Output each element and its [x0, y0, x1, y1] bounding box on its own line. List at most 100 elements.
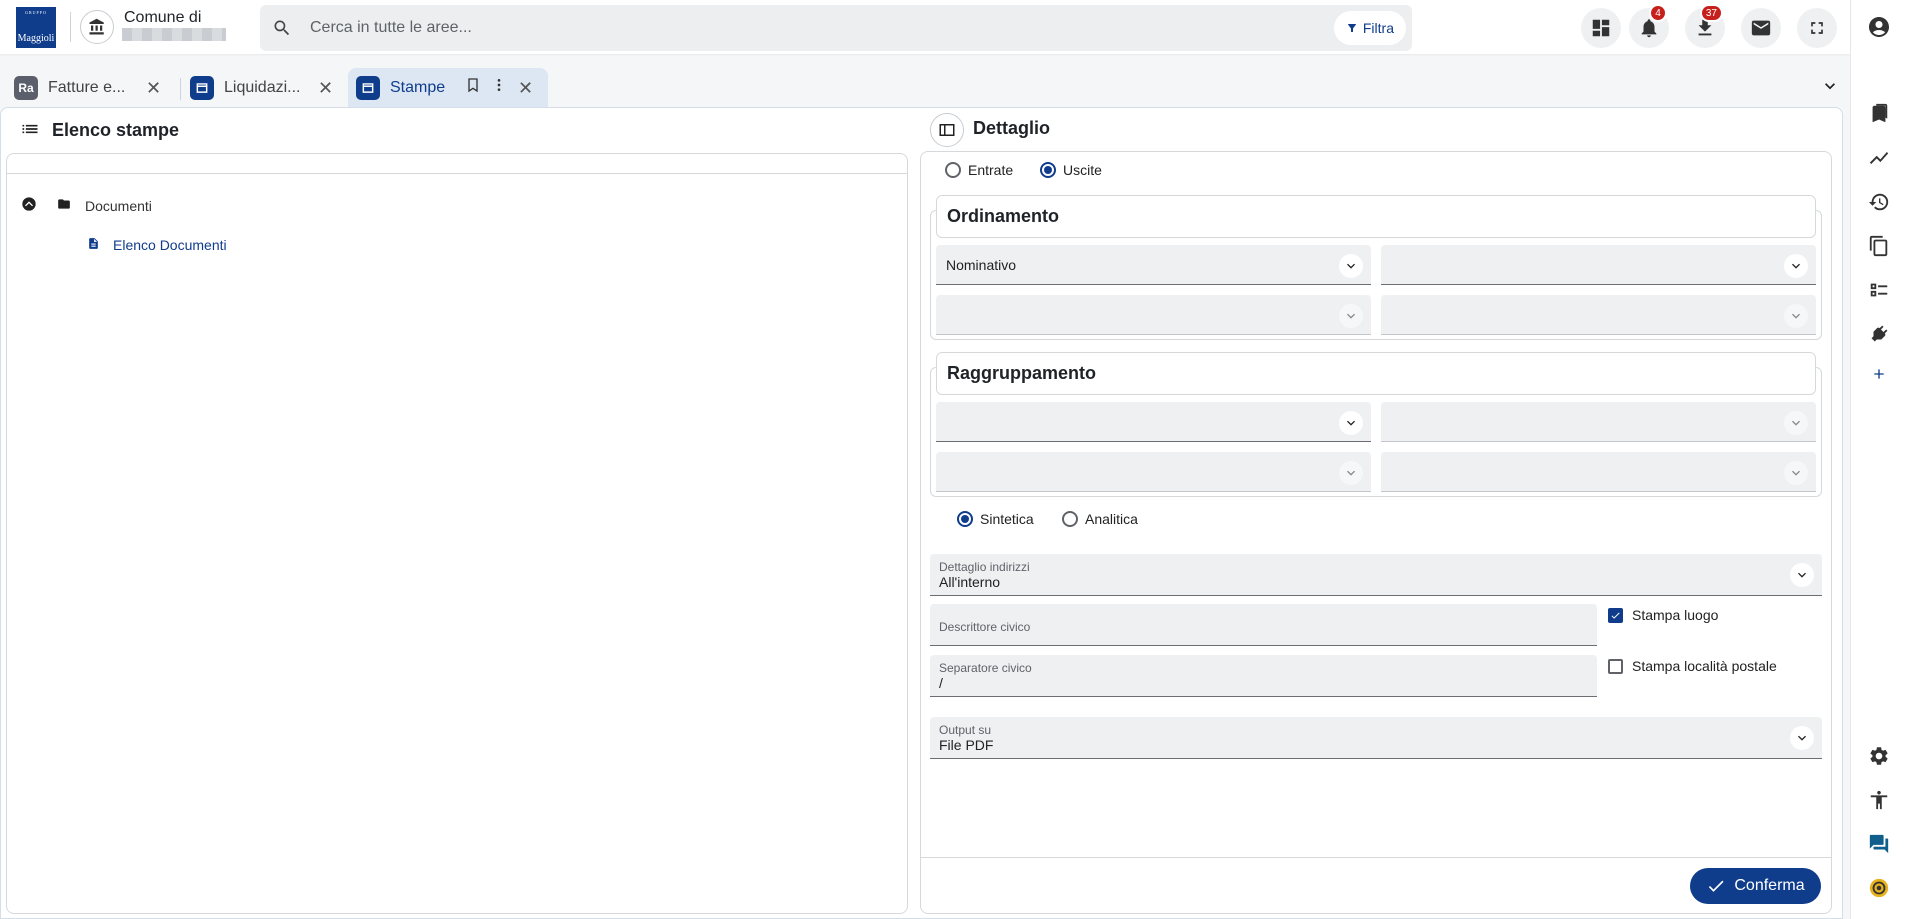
tab-stampe[interactable]: Stampe ✕ — [348, 68, 548, 108]
radio-button[interactable] — [945, 162, 961, 178]
history-icon[interactable] — [1867, 190, 1891, 214]
checkbox-unchecked[interactable] — [1608, 658, 1623, 674]
chevron-down-icon[interactable] — [1818, 74, 1842, 98]
fullscreen-button[interactable] — [1797, 8, 1837, 48]
filter-label: Filtra — [1362, 20, 1394, 36]
radio-button[interactable] — [1062, 511, 1078, 527]
document-icon — [87, 237, 100, 253]
ordinamento-select-1[interactable]: Nominativo — [936, 245, 1371, 285]
settings-icon[interactable] — [1867, 744, 1891, 768]
raggruppamento-select-1[interactable] — [936, 402, 1371, 442]
list-icon — [20, 119, 40, 142]
messages-button[interactable] — [1741, 8, 1781, 48]
checklist-icon[interactable] — [1867, 278, 1891, 302]
bookmark-icon[interactable] — [465, 77, 481, 96]
chevron-down-icon[interactable] — [1790, 563, 1814, 587]
tab-liquidazioni[interactable]: Liquidazi... ✕ — [182, 68, 346, 108]
toggle-panel-button[interactable] — [930, 113, 964, 147]
raggruppamento-select-2[interactable] — [1381, 402, 1816, 442]
chat-icon[interactable] — [1867, 832, 1891, 856]
raggruppamento-select-3[interactable] — [936, 452, 1371, 492]
output-select[interactable]: Output su File PDF — [930, 717, 1822, 759]
stampa-localita-checkbox[interactable]: Stampa località postale — [1608, 658, 1777, 674]
notifications-button[interactable]: 4 — [1629, 4, 1669, 48]
chevron-down-icon[interactable] — [1784, 304, 1808, 328]
logo-text: Maggioli — [17, 33, 55, 44]
search-icon — [270, 16, 294, 40]
confirm-label: Conferma — [1734, 877, 1805, 894]
maggioli-logo[interactable]: GRUPPO Maggioli — [16, 7, 56, 48]
search-input[interactable] — [310, 19, 1334, 37]
chevron-down-icon[interactable] — [1339, 411, 1363, 435]
downloads-badge: 37 — [1699, 4, 1723, 22]
trending-icon[interactable] — [1867, 146, 1891, 170]
chevron-down-icon[interactable] — [1339, 254, 1363, 278]
chevron-down-icon[interactable] — [1339, 461, 1363, 485]
close-icon[interactable]: ✕ — [318, 78, 333, 99]
tab-fatture[interactable]: Ra Fatture e... ✕ — [6, 68, 174, 108]
user-avatar-icon[interactable] — [1867, 15, 1891, 39]
dashboard-button[interactable] — [1581, 8, 1621, 48]
folder-icon — [57, 197, 71, 214]
window-icon — [190, 76, 214, 100]
divider — [70, 12, 71, 42]
tree-node-elenco-documenti[interactable]: Elenco Documenti — [87, 237, 227, 253]
field-value: File PDF — [939, 737, 994, 753]
radio-label: Uscite — [1063, 162, 1102, 178]
add-icon[interactable] — [1867, 362, 1891, 386]
ordinamento-select-3[interactable] — [936, 295, 1371, 335]
radio-analitica[interactable]: Analitica — [1062, 511, 1138, 527]
radio-button-selected[interactable] — [957, 511, 973, 527]
radio-label: Sintetica — [980, 511, 1034, 527]
checkbox-checked[interactable] — [1608, 607, 1623, 623]
chevron-down-icon[interactable] — [1784, 254, 1808, 278]
close-icon[interactable]: ✕ — [146, 78, 161, 99]
confirm-button[interactable]: Conferma — [1690, 868, 1821, 904]
field-label: Descrittore civico — [939, 620, 1031, 634]
filter-button[interactable]: Filtra — [1333, 11, 1406, 45]
chevron-down-icon[interactable] — [1784, 461, 1808, 485]
tree-node-documenti[interactable]: Documenti — [21, 196, 152, 215]
collapse-icon[interactable] — [21, 196, 37, 215]
field-label: Separatore civico — [939, 661, 1032, 675]
dettaglio-indirizzi-select[interactable]: Dettaglio indirizzi All'interno — [930, 554, 1822, 596]
tree-item-label: Elenco Documenti — [113, 237, 227, 253]
divider — [920, 857, 1832, 858]
app-ra-icon: Ra — [14, 76, 38, 100]
ordinamento-select-2[interactable] — [1381, 245, 1816, 285]
ordinamento-select-4[interactable] — [1381, 295, 1816, 335]
bookmarks-icon[interactable] — [1867, 102, 1891, 126]
global-search: Filtra — [260, 5, 1412, 51]
plugin-icon[interactable] — [1867, 322, 1891, 346]
tab-label: Liquidazi... — [224, 79, 301, 96]
check-icon — [1611, 612, 1620, 619]
radio-button-selected[interactable] — [1040, 162, 1056, 178]
notifications-badge: 4 — [1649, 4, 1667, 22]
chevron-down-icon[interactable] — [1339, 304, 1363, 328]
stampa-luogo-checkbox[interactable]: Stampa luogo — [1608, 607, 1718, 623]
downloads-button[interactable]: 37 — [1685, 4, 1725, 48]
filter-icon — [1347, 24, 1356, 32]
tab-label: Fatture e... — [48, 79, 126, 96]
fullscreen-icon — [1811, 22, 1823, 34]
bank-icon[interactable] — [80, 10, 114, 44]
radio-sintetica[interactable]: Sintetica — [957, 511, 1034, 527]
clipboard-icon[interactable] — [1867, 234, 1891, 258]
accessibility-icon[interactable] — [1867, 788, 1891, 812]
side-panel-icon — [939, 124, 955, 136]
ente-title: Comune di — [124, 9, 202, 26]
close-icon[interactable]: ✕ — [518, 78, 533, 99]
chevron-down-icon[interactable] — [1784, 411, 1808, 435]
ordinamento-title: Ordinamento — [936, 195, 1816, 238]
more-vert-icon[interactable] — [491, 77, 507, 96]
window-icon — [356, 76, 380, 100]
radio-entrate[interactable]: Entrate — [945, 162, 1013, 178]
radio-uscite[interactable]: Uscite — [1040, 162, 1102, 178]
chevron-down-icon[interactable] — [1790, 726, 1814, 750]
stampe-tree-panel: Documenti Elenco Documenti — [6, 153, 908, 914]
raggruppamento-select-4[interactable] — [1381, 452, 1816, 492]
descrittore-civico-field[interactable]: Descrittore civico — [930, 604, 1597, 646]
select-value: Nominativo — [946, 256, 1017, 273]
support-icon[interactable] — [1867, 876, 1891, 900]
separatore-civico-field[interactable]: Separatore civico / — [930, 655, 1597, 697]
